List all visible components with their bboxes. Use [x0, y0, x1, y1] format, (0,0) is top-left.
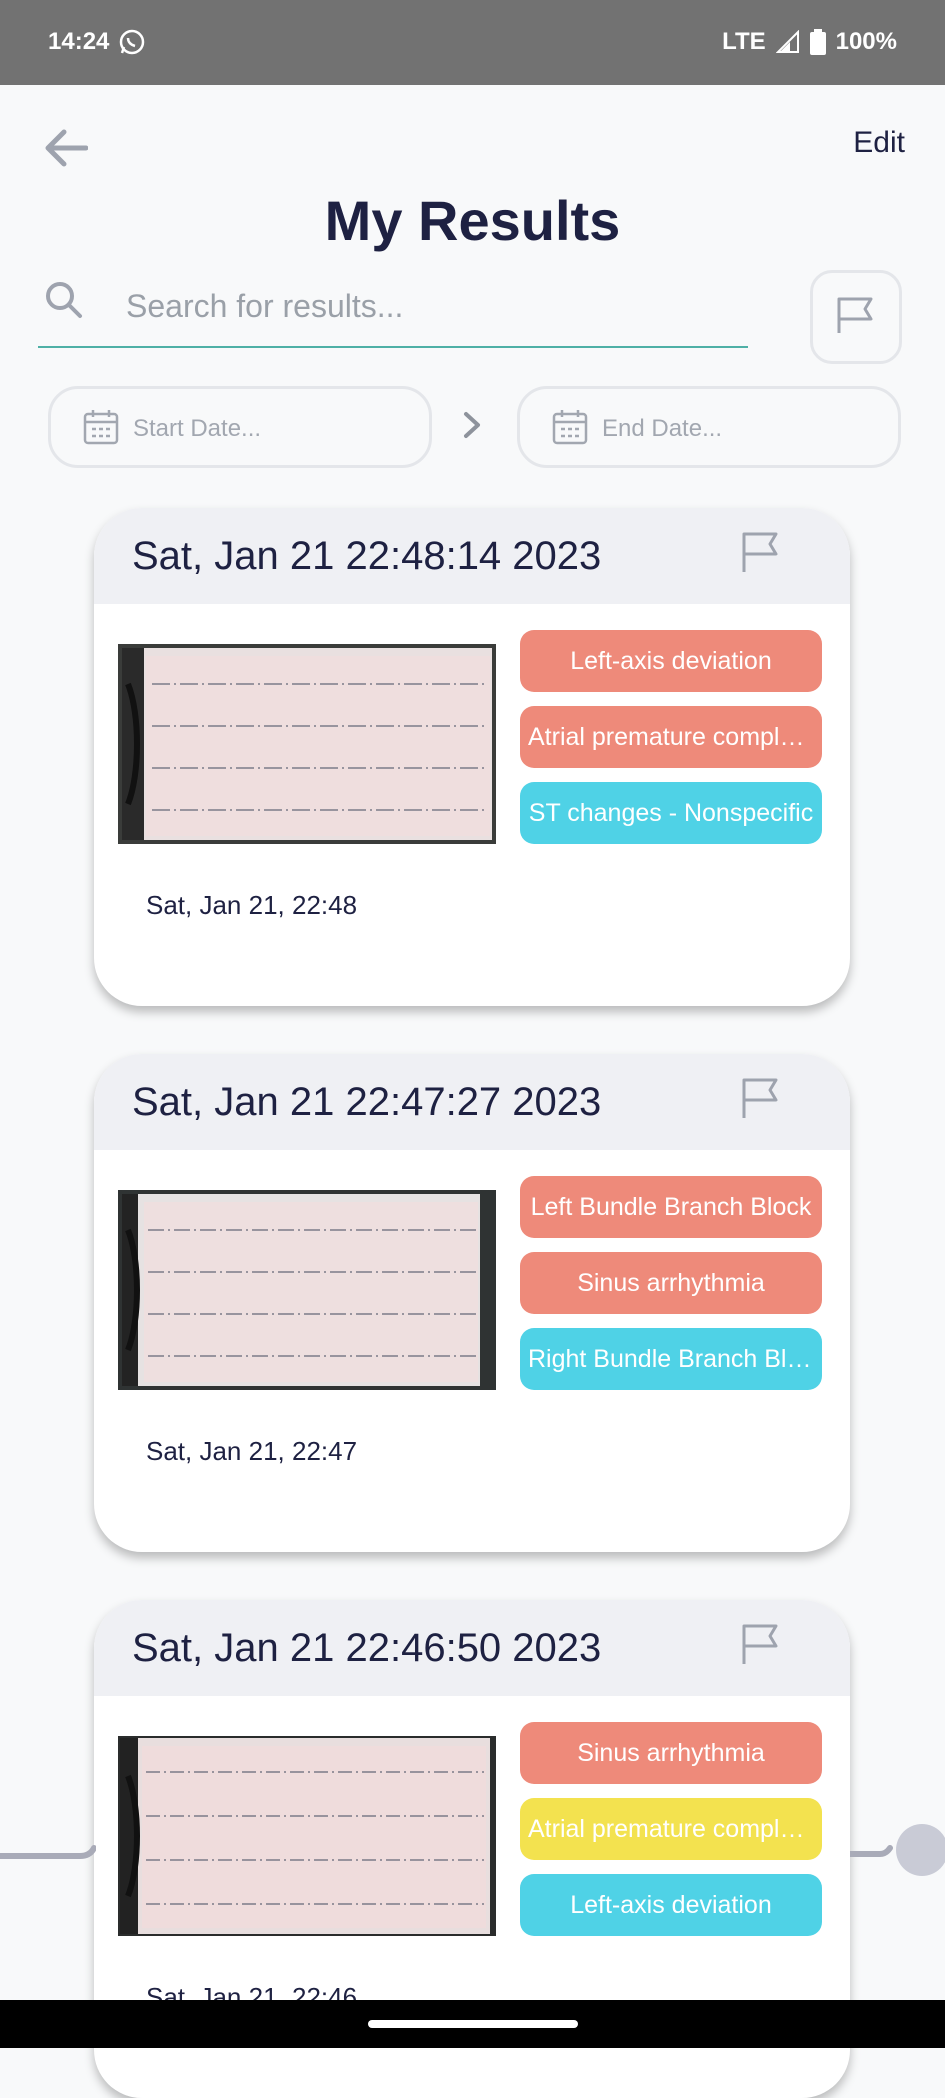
- signal-icon: [775, 30, 799, 53]
- calendar-icon: [83, 410, 119, 445]
- network-label: LTE: [722, 28, 766, 55]
- diagnosis-tag: Atrial premature comple...: [520, 706, 822, 768]
- result-card-header: Sat, Jan 21 22:47:27 2023: [94, 1054, 850, 1150]
- flag-filter-button[interactable]: [810, 270, 902, 364]
- calendar-icon: [552, 410, 588, 445]
- page-title: My Results: [324, 189, 621, 252]
- result-title: Sat, Jan 21 22:46:50 2023: [132, 1626, 602, 1670]
- ecg-thumbnail[interactable]: [118, 1190, 496, 1390]
- diagnosis-tag: ST changes - Nonspecific: [520, 782, 822, 844]
- system-nav-bar: [0, 2000, 945, 2048]
- result-title: Sat, Jan 21 22:47:27 2023: [132, 1080, 602, 1124]
- end-date-placeholder: End Date...: [602, 415, 723, 442]
- ecg-thumbnail[interactable]: [118, 1736, 496, 1936]
- status-time: 14:24: [48, 28, 110, 55]
- result-card-header: Sat, Jan 21 22:48:14 2023: [94, 508, 850, 604]
- battery-label: 100%: [835, 28, 897, 55]
- chevron-right-icon: [464, 412, 480, 438]
- result-title: Sat, Jan 21 22:48:14 2023: [132, 534, 602, 578]
- flag-icon[interactable]: [740, 530, 780, 574]
- search-input[interactable]: Search for results...: [126, 288, 726, 325]
- end-date-field[interactable]: End Date...: [517, 386, 901, 468]
- back-arrow-icon[interactable]: [44, 128, 88, 168]
- electrode-decoration: [850, 1824, 945, 1876]
- diagnosis-tag: Left-axis deviation: [520, 630, 822, 692]
- ecg-thumbnail[interactable]: [118, 644, 496, 844]
- whatsapp-icon: [119, 29, 145, 55]
- result-card[interactable]: Sat, Jan 21 22:48:14 2023 Left-axis devi…: [94, 508, 850, 1006]
- search-bar[interactable]: Search for results...: [38, 270, 748, 348]
- search-icon: [46, 282, 82, 318]
- result-date: Sat, Jan 21, 22:48: [146, 890, 358, 920]
- start-date-placeholder: Start Date...: [133, 415, 262, 442]
- edit-button[interactable]: Edit: [853, 126, 905, 160]
- result-card[interactable]: Sat, Jan 21 22:47:27 2023 Left Bundle Br…: [94, 1054, 850, 1552]
- diagnosis-tag: Sinus arrhythmia: [520, 1252, 822, 1314]
- cable-decoration: [0, 1845, 96, 1859]
- result-card-header: Sat, Jan 21 22:46:50 2023: [94, 1600, 850, 1696]
- diagnosis-tag: Atrial premature comple...: [520, 1798, 822, 1860]
- diagnosis-tag: Right Bundle Branch Blo...: [520, 1328, 822, 1390]
- diagnosis-tag: Left Bundle Branch Block: [520, 1176, 822, 1238]
- battery-icon: [809, 29, 826, 55]
- start-date-field[interactable]: Start Date...: [48, 386, 432, 468]
- flag-icon[interactable]: [740, 1622, 780, 1666]
- status-right: LTE 100%: [722, 28, 897, 56]
- flag-icon: [837, 297, 873, 333]
- result-date: Sat, Jan 21, 22:47: [146, 1436, 358, 1466]
- diagnosis-tag: Left-axis deviation: [520, 1874, 822, 1936]
- flag-icon[interactable]: [740, 1076, 780, 1120]
- diagnosis-tag: Sinus arrhythmia: [520, 1722, 822, 1784]
- status-bar: 14:24 LTE 100%: [0, 0, 945, 85]
- home-gesture-handle[interactable]: [368, 2020, 578, 2028]
